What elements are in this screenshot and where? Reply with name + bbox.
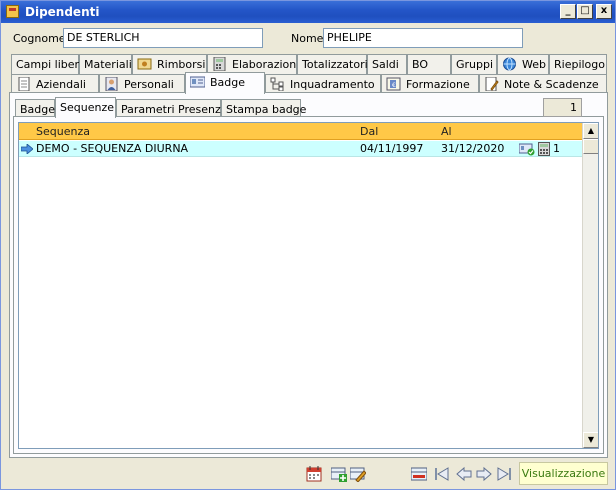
tab-campi-liberi[interactable]: Campi liberi	[11, 54, 82, 74]
badge-check-icon[interactable]	[519, 142, 535, 156]
close-button[interactable]: x	[596, 4, 612, 19]
tab-personali[interactable]: Personali	[99, 74, 185, 94]
window-title: Dipendenti	[25, 5, 100, 19]
tab-note-scadenze[interactable]: Note & Scadenze	[479, 74, 607, 94]
cognome-input[interactable]: DE STERLICH	[63, 28, 263, 48]
title-bar[interactable]: Dipendenti _ □ x	[1, 1, 615, 23]
cognome-label: Cognome	[13, 32, 66, 45]
person-icon	[105, 77, 118, 91]
tab-rimborsi[interactable]: Rimborsi	[132, 54, 207, 74]
add-record-icon[interactable]	[331, 466, 347, 482]
record-counter: 1	[543, 98, 582, 117]
tab-gruppi[interactable]: Gruppi	[451, 54, 497, 74]
tab-bo[interactable]: BO	[407, 54, 451, 74]
nome-label: Nome	[291, 32, 324, 45]
cell-al: 31/12/2020	[441, 142, 505, 155]
document-icon	[18, 77, 30, 91]
tab-materiali[interactable]: Materiali	[79, 54, 132, 74]
tab-inquadramento[interactable]: Inquadramento	[265, 74, 381, 94]
column-header-al[interactable]: Al	[441, 125, 452, 138]
tab-web[interactable]: Web	[497, 54, 549, 74]
column-header-sequenza[interactable]: Sequenza	[36, 125, 90, 138]
scroll-down-button[interactable]: ▼	[583, 432, 598, 448]
maximize-button[interactable]: □	[577, 4, 593, 19]
vertical-scrollbar[interactable]: ▲ ▼	[582, 123, 598, 448]
mode-status-badge: Visualizzazione	[519, 462, 608, 485]
column-header-dal[interactable]: Dal	[360, 125, 378, 138]
minimize-button[interactable]: _	[560, 4, 576, 19]
tab-saldi[interactable]: Saldi	[367, 54, 407, 74]
calendar-icon[interactable]	[306, 466, 322, 482]
scroll-up-button[interactable]: ▲	[583, 123, 598, 139]
delete-record-icon[interactable]	[411, 466, 427, 482]
cell-dal: 04/11/1997	[360, 142, 424, 155]
dipendenti-window: Dipendenti _ □ x Cognome DE STERLICH Nom…	[0, 0, 616, 490]
last-record-icon[interactable]	[496, 466, 512, 482]
first-record-icon[interactable]	[434, 466, 450, 482]
notes-icon	[485, 77, 499, 91]
calculator-icon[interactable]	[538, 142, 550, 156]
hierarchy-icon	[270, 77, 284, 91]
tab-elaborazioni[interactable]: Elaborazioni	[207, 54, 299, 74]
cell-sequenza: DEMO - SEQUENZA DIURNA	[36, 142, 189, 155]
tab-badge[interactable]: Badge	[185, 72, 265, 94]
edit-record-icon[interactable]	[350, 466, 366, 482]
svg-text:€: €	[392, 82, 396, 89]
cell-count: 1	[553, 142, 560, 155]
current-row-arrow-icon	[21, 144, 33, 154]
tab-formazione[interactable]: € Formazione	[381, 74, 479, 94]
globe-icon	[503, 57, 516, 71]
nome-input[interactable]: PHELIPE	[323, 28, 523, 48]
scroll-thumb[interactable]	[583, 139, 598, 154]
tab-totalizzatori[interactable]: Totalizzatori	[297, 54, 368, 74]
previous-record-icon[interactable]	[456, 466, 472, 482]
calculator-icon	[213, 57, 226, 71]
badge-icon	[190, 76, 205, 88]
grid-header: Sequenza Dal Al	[19, 123, 582, 140]
tab-riepilogo[interactable]: Riepilogo	[549, 54, 607, 74]
money-icon	[137, 58, 152, 70]
subtab-sequenze[interactable]: Sequenze	[55, 97, 116, 118]
training-icon: €	[386, 77, 401, 91]
table-row[interactable]: DEMO - SEQUENZA DIURNA 04/11/1997 31/12/…	[19, 141, 582, 157]
app-icon	[6, 5, 19, 18]
sequenze-grid[interactable]: Sequenza Dal Al DEMO - SEQUENZA DIURNA 0…	[18, 122, 599, 449]
tab-aziendali[interactable]: Aziendali	[11, 74, 99, 94]
next-record-icon[interactable]	[476, 466, 492, 482]
